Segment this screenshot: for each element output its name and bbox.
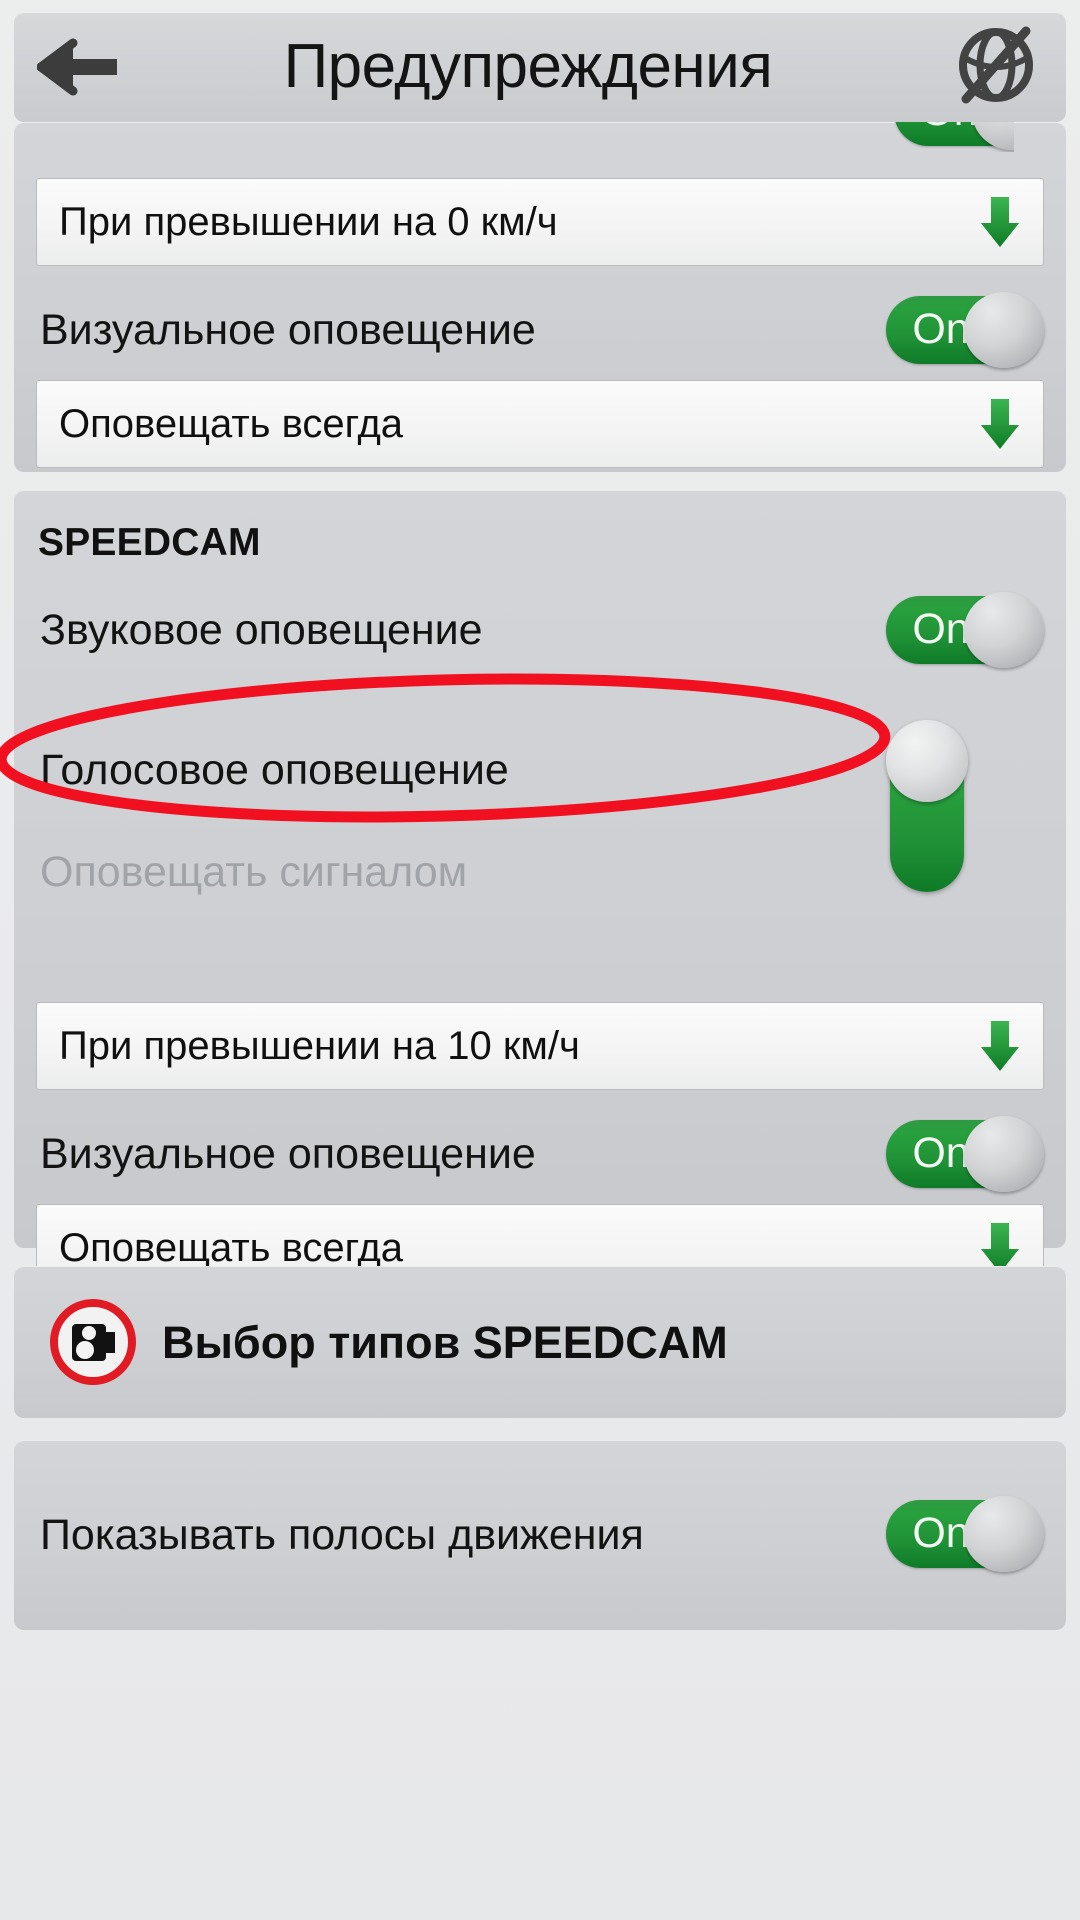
dropdown-value: Оповещать всегда [59, 402, 404, 446]
section-card-speedcam: SPEEDCAM Звуковое оповещение On Голосово… [14, 490, 1066, 1292]
toggle-sound-alert[interactable]: On [886, 592, 1044, 668]
chevron-down-icon[interactable] [957, 193, 1043, 251]
section-card-lanes: Показывать полосы движения On [14, 1440, 1066, 1630]
toggle-knob[interactable] [886, 720, 968, 802]
section-card-top: On При превышении на 0 км/ч [14, 122, 1066, 472]
section-title: SPEEDCAM [38, 520, 261, 564]
page-title: Предупреждения [283, 32, 773, 101]
chevron-down-icon[interactable] [957, 1017, 1043, 1075]
dropdown-overspeed-threshold-1[interactable]: При превышении на 0 км/ч [36, 178, 1044, 266]
row-signal-alert-disabled: Оповещать сигналом [14, 824, 1066, 920]
row-label: Выбор типов SPEEDCAM [162, 1316, 728, 1368]
row-label: Визуальное оповещение [40, 305, 536, 354]
toggle-audio-alert-partial[interactable]: On [894, 122, 1014, 150]
toggle-knob[interactable] [964, 1116, 1044, 1192]
toggle-visual-alert-1[interactable]: On [886, 292, 1044, 368]
row-label: Оповещать сигналом [40, 847, 468, 896]
dropdown-value: При превышении на 0 км/ч [59, 200, 558, 244]
dropdown-overspeed-threshold-2[interactable]: При превышении на 10 км/ч [36, 1002, 1044, 1090]
settings-scroll-area[interactable]: On При превышении на 0 км/ч [0, 122, 1080, 1920]
speedcam-sign-icon [50, 1299, 136, 1385]
app-screen: Предупреждения On [0, 0, 1080, 1920]
row-label: Визуальное оповещение [40, 1129, 536, 1178]
toggle-show-lanes[interactable]: On [886, 1496, 1044, 1572]
map-orientation-button[interactable] [926, 12, 1066, 122]
toggle-knob[interactable] [964, 292, 1044, 368]
dropdown-value: При превышении на 10 км/ч [59, 1024, 580, 1068]
row-label: Звуковое оповещение [40, 605, 483, 654]
globe-crossed-icon [953, 20, 1039, 115]
dropdown-alert-mode-1[interactable]: Оповещать всегда [36, 380, 1044, 468]
back-button[interactable] [14, 12, 144, 122]
toggle-visual-alert-2[interactable]: On [886, 1116, 1044, 1192]
section-card-speedcam-types[interactable]: Выбор типов SPEEDCAM [14, 1266, 1066, 1418]
dropdown-value: Оповещать всегда [59, 1226, 404, 1270]
row-label: Показывать полосы движения [40, 1510, 644, 1559]
toggle-knob[interactable] [964, 1496, 1044, 1572]
row-label: Голосовое оповещение [40, 745, 509, 794]
section-header-speedcam: SPEEDCAM [14, 512, 1066, 572]
toggle-partial-clip: On [894, 122, 1014, 152]
chevron-down-icon[interactable] [957, 395, 1043, 453]
arrow-left-icon [37, 38, 121, 96]
toggle-knob[interactable] [964, 592, 1044, 668]
app-header: Предупреждения [14, 12, 1066, 122]
row-speedcam-types[interactable]: Выбор типов SPEEDCAM [14, 1266, 1066, 1418]
